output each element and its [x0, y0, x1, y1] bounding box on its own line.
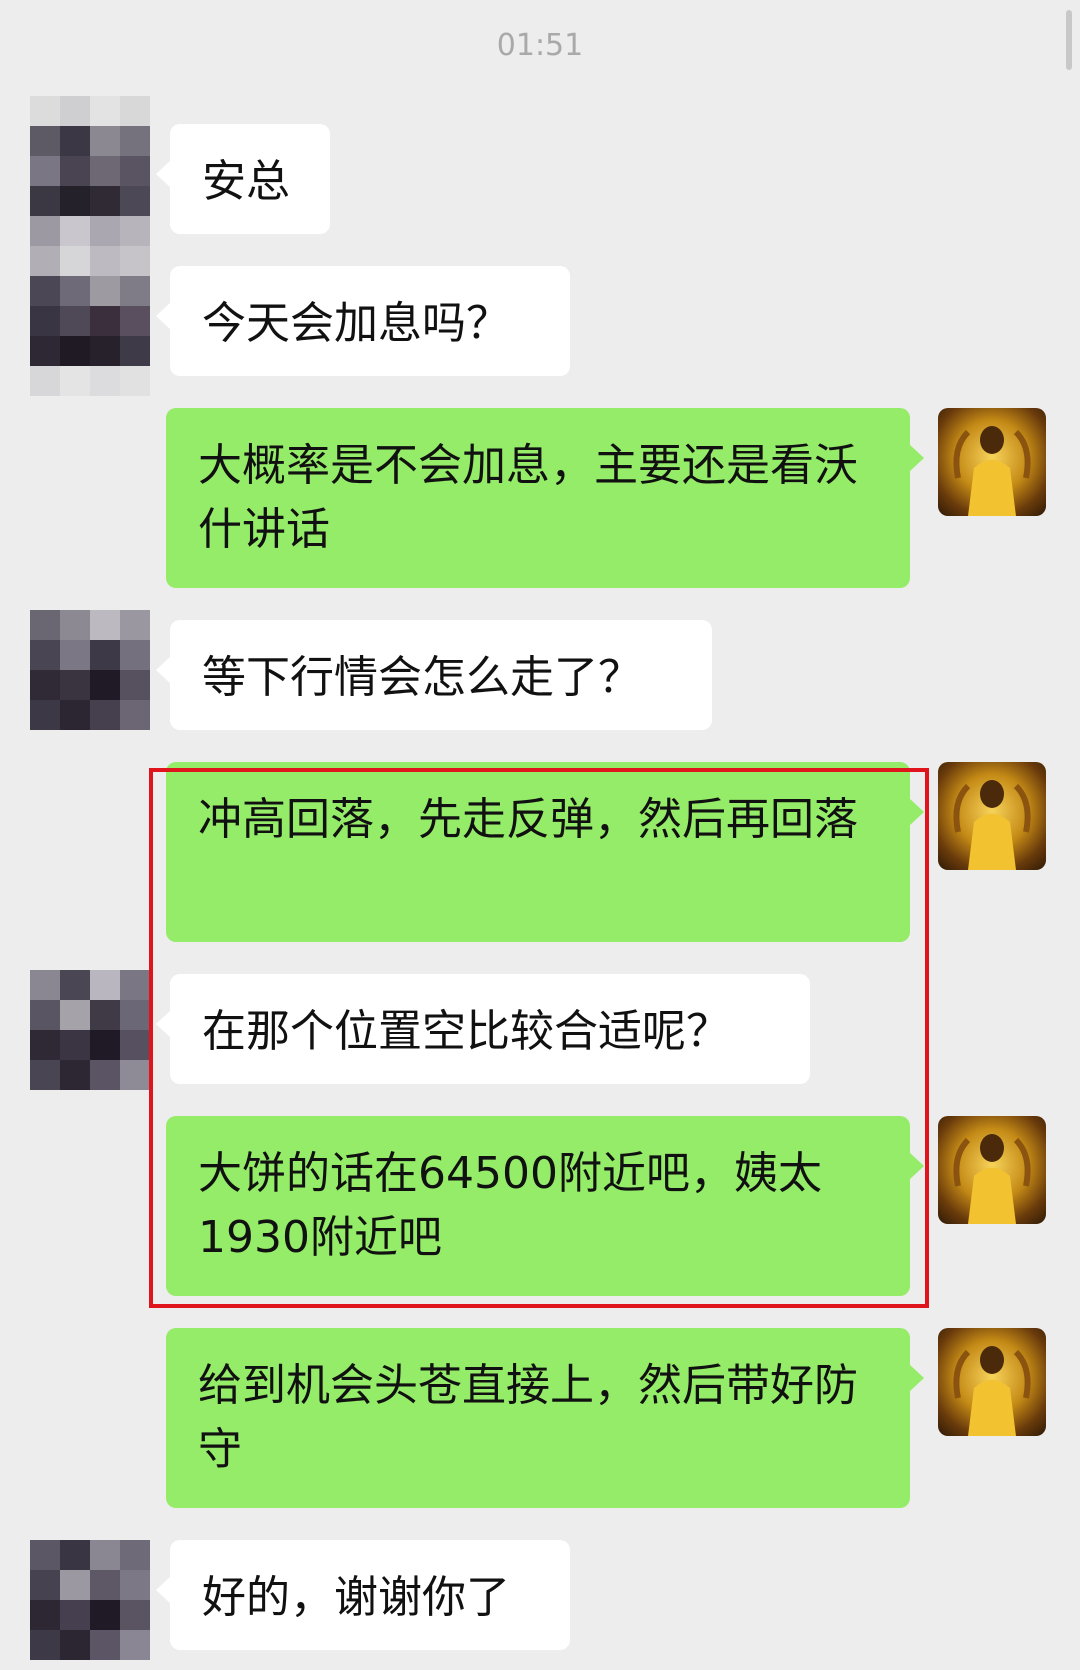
pixelated-avatar-icon [30, 1540, 150, 1660]
contact-avatar[interactable] [30, 970, 150, 1090]
gold-throne-avatar-icon[interactable] [938, 408, 1046, 516]
message-bubble-incoming[interactable]: 安总 [156, 124, 330, 234]
chat-timestamp: 01:51 [496, 28, 584, 63]
message-bubble-incoming[interactable]: 好的，谢谢你了 [156, 1540, 570, 1650]
message-bubble-incoming[interactable]: 今天会加息吗？ [156, 266, 570, 376]
contact-avatar[interactable] [30, 96, 150, 396]
scrollbar[interactable] [1066, 10, 1072, 70]
message-bubble-outgoing[interactable]: 给到机会头苍直接上，然后带好防守 [166, 1328, 924, 1508]
contact-avatar[interactable] [30, 1540, 150, 1660]
gold-throne-avatar-icon[interactable] [938, 1116, 1046, 1224]
gold-throne-avatar-icon[interactable] [938, 1328, 1046, 1436]
pixelated-avatar-icon [30, 970, 150, 1090]
pixelated-avatar-icon [30, 96, 150, 396]
highlight-box [149, 768, 929, 1308]
message-bubble-outgoing[interactable]: 大概率是不会加息，主要还是看沃什讲话 [166, 408, 924, 588]
contact-avatar[interactable] [30, 610, 150, 730]
gold-throne-avatar-icon[interactable] [938, 762, 1046, 870]
message-bubble-incoming[interactable]: 等下行情会怎么走了？ [156, 620, 712, 730]
pixelated-avatar-icon [30, 610, 150, 730]
